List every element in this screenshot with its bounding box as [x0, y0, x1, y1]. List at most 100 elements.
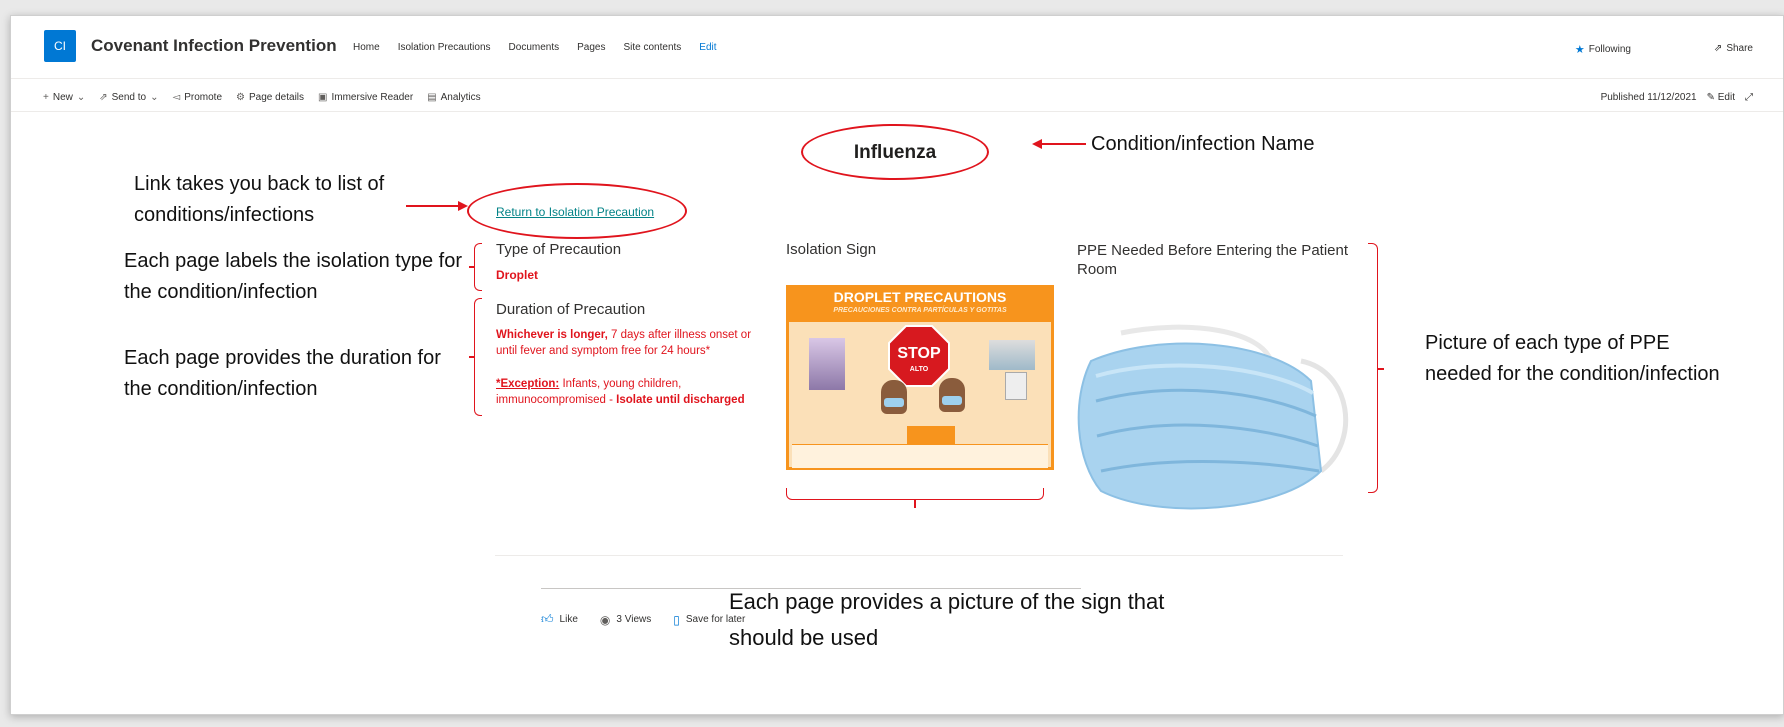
type-bracket — [474, 243, 482, 291]
immersive-reader-button[interactable]: ▣ Immersive Reader — [318, 92, 413, 103]
following-button[interactable]: ★ Following — [1575, 43, 1631, 56]
sign-title: DROPLET PRECAUTIONS — [833, 289, 1007, 305]
analytics-label: Analytics — [440, 92, 481, 103]
published-area: Published 11/12/2021 ✎ Edit ⤢ — [1601, 92, 1753, 103]
social-bar: 👍︎ Like ◉ 3 Views ▯ Save for later — [541, 612, 745, 627]
expand-icon[interactable]: ⤢ — [1745, 92, 1753, 103]
type-heading: Type of Precaution — [496, 241, 622, 258]
alto-text: ALTO — [910, 366, 929, 373]
following-label: Following — [1588, 44, 1631, 55]
page-details-label: Page details — [248, 92, 305, 103]
published-status: Published 11/12/2021 — [1600, 92, 1697, 103]
mask-image — [884, 398, 904, 407]
save-for-later-button[interactable]: ▯ Save for later — [673, 612, 745, 627]
type-bracket-tick — [469, 266, 475, 268]
nav-pages[interactable]: Pages — [577, 42, 605, 53]
content-divider — [495, 555, 1343, 556]
reader-icon: ▣ — [318, 92, 328, 103]
nav-site-contents[interactable]: Site contents — [623, 42, 681, 53]
site-logo-text: CI — [54, 39, 66, 53]
thumbs-up-icon: 👍︎ — [541, 612, 554, 626]
like-label: Like — [559, 614, 578, 625]
duration-bracket — [474, 298, 482, 416]
send-icon: ⇗ — [99, 92, 108, 103]
eye-icon: ◉ — [599, 612, 611, 627]
dispenser-image — [1005, 372, 1027, 400]
nav-isolation-precautions[interactable]: Isolation Precautions — [398, 42, 491, 53]
duration-bold: Whichever is longer, — [496, 329, 608, 341]
new-button[interactable]: + New ⌄ — [43, 92, 85, 103]
annotation-duration: Each page provides the duration for the … — [124, 347, 441, 400]
ppe-bracket-tick — [1378, 368, 1384, 370]
annotation-condition-name: Condition/infection Name — [1091, 133, 1315, 155]
analytics-button[interactable]: ▤ Analytics — [427, 92, 480, 103]
analytics-icon: ▤ — [427, 92, 437, 103]
droplet-precautions-sign[interactable]: DROPLET PRECAUTIONS PRECAUCIONES CONTRA … — [786, 285, 1054, 470]
sign-header: DROPLET PRECAUTIONS PRECAUCIONES CONTRA … — [789, 288, 1051, 322]
save-label: Save for later — [685, 614, 746, 625]
nav-home[interactable]: Home — [353, 42, 380, 53]
plus-icon: + — [43, 92, 49, 103]
header-divider — [11, 78, 1783, 79]
annotation-type: Each page labels the isolation type for … — [124, 250, 462, 303]
nav-edit[interactable]: Edit — [699, 42, 716, 53]
exception-bold: Isolate until discharged — [616, 394, 745, 406]
hand-washing-image — [989, 340, 1035, 370]
share-label: Share — [1726, 43, 1753, 54]
annotation-ppe: Picture of each type of PPE needed for t… — [1425, 332, 1720, 385]
mask-image — [942, 396, 962, 405]
share-icon: ⇗ — [1713, 43, 1723, 54]
new-label: New — [52, 92, 73, 103]
chevron-down-icon: ⌄ — [150, 92, 159, 103]
annotation-link: Link takes you back to list of condition… — [134, 173, 385, 226]
sharepoint-window: CI Covenant Infection Prevention Home Is… — [10, 15, 1784, 715]
ppe-heading: PPE Needed Before Entering the Patient R… — [1077, 242, 1349, 278]
return-link[interactable]: Return to Isolation Precaution — [496, 205, 654, 219]
site-title[interactable]: Covenant Infection Prevention — [91, 36, 337, 56]
page-title: Influenza — [853, 142, 937, 163]
top-navigation: Home Isolation Precautions Documents Pag… — [353, 42, 717, 53]
views-count: ◉ 3 Views — [600, 612, 651, 627]
megaphone-icon: ◅ — [172, 92, 181, 103]
promote-button[interactable]: ◅ Promote — [173, 92, 223, 103]
stop-text: STOP — [897, 345, 941, 362]
views-label: 3 Views — [616, 614, 652, 625]
social-divider — [541, 588, 1081, 589]
share-button[interactable]: ⇗ Share — [1714, 43, 1753, 54]
link-annotation-arrow — [406, 205, 458, 207]
like-button[interactable]: 👍︎ Like — [541, 612, 578, 627]
edit-label: Edit — [1717, 92, 1735, 103]
immersive-reader-label: Immersive Reader — [331, 92, 414, 103]
arrow-head-icon — [1032, 139, 1042, 149]
gear-icon: ⚙ — [236, 92, 245, 103]
sign-bracket-tick — [914, 500, 916, 508]
sign-heading: Isolation Sign — [786, 241, 877, 258]
nav-documents[interactable]: Documents — [509, 42, 560, 53]
edit-button[interactable]: ✎ Edit — [1707, 92, 1735, 103]
stop-sign-icon: STOP ALTO — [888, 325, 950, 387]
promote-label: Promote — [184, 92, 223, 103]
annotation-sign: Each page provides a picture of the sign… — [729, 589, 1165, 650]
sign-footer — [792, 444, 1048, 468]
masked-person-image — [939, 378, 965, 412]
duration-bracket-tick — [469, 356, 475, 358]
sign-bracket — [786, 488, 1044, 500]
exception-label: *Exception: — [496, 378, 560, 390]
send-to-label: Send to — [111, 92, 147, 103]
chevron-down-icon: ⌄ — [76, 92, 86, 103]
duration-heading: Duration of Precaution — [496, 301, 646, 318]
command-bar: + New ⌄ ⇗ Send to ⌄ ◅ Promote ⚙ Page details ▣… — [43, 92, 481, 103]
duration-text: Whichever is longer, 7 days after illnes… — [496, 327, 766, 359]
page-details-button[interactable]: ⚙ Page details — [236, 92, 304, 103]
commandbar-divider — [11, 111, 1783, 112]
star-icon: ★ — [1574, 44, 1585, 56]
masked-person-image — [881, 380, 907, 414]
site-logo[interactable]: CI — [44, 30, 76, 62]
pencil-icon: ✎ — [1706, 92, 1715, 103]
bookmark-icon: ▯ — [673, 612, 680, 627]
hand-sanitizer-image — [809, 338, 845, 390]
sign-subtitle: PRECAUCIONES CONTRA PARTÍCULAS Y GOTITAS — [833, 307, 1007, 314]
send-to-button[interactable]: ⇗ Send to ⌄ — [99, 92, 158, 103]
title-annotation-arrow — [1041, 143, 1086, 145]
surgical-mask-image[interactable] — [1071, 321, 1371, 521]
